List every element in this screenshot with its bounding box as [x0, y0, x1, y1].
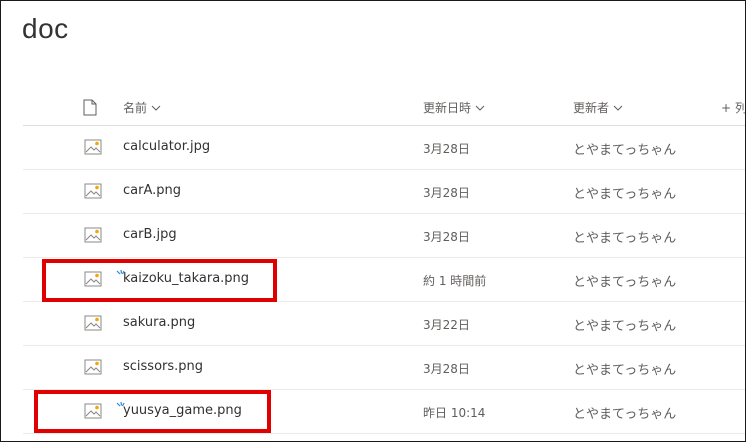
file-modified-by[interactable]: とやまてっちゃん — [573, 403, 676, 422]
chevron-down-icon — [613, 105, 623, 111]
document-library-view: doc 名前 更新日時 更新者 + 列 calculator.jpg 3月28日… — [0, 0, 746, 442]
library-title: doc — [22, 13, 69, 44]
image-file-icon — [84, 359, 102, 379]
file-row[interactable]: calculator.jpg 3月28日 とやまてっちゃん — [23, 126, 745, 170]
highlight-box-kaizoku — [42, 259, 277, 302]
file-modified-by[interactable]: とやまてっちゃん — [573, 359, 676, 378]
file-name-link[interactable]: sakura.png — [123, 315, 195, 330]
file-row[interactable]: sakura.png 3月22日 とやまてっちゃん — [23, 302, 745, 346]
image-file-icon — [84, 139, 102, 159]
chevron-down-icon — [151, 105, 161, 111]
file-modified-by[interactable]: とやまてっちゃん — [573, 183, 676, 202]
file-row[interactable]: carA.png 3月28日 とやまてっちゃん — [23, 170, 745, 214]
file-name-link[interactable]: calculator.jpg — [123, 139, 210, 154]
chevron-down-icon — [475, 105, 485, 111]
image-file-icon — [84, 183, 102, 203]
file-modified: 3月28日 — [423, 230, 470, 244]
file-row[interactable]: scissors.png 3月28日 とやまてっちゃん — [23, 346, 745, 390]
column-header-name-label: 名前 — [123, 101, 148, 115]
file-modified: 約 1 時間前 — [423, 274, 487, 288]
add-column-button[interactable]: + 列 — [721, 99, 745, 116]
file-modified: 3月28日 — [423, 362, 470, 376]
column-header-row: 名前 更新日時 更新者 + 列 — [23, 85, 745, 126]
document-icon[interactable] — [83, 99, 97, 120]
file-row[interactable]: carB.jpg 3月28日 とやまてっちゃん — [23, 214, 745, 258]
file-modified-by[interactable]: とやまてっちゃん — [573, 227, 676, 246]
file-name-link[interactable]: carB.jpg — [123, 227, 177, 242]
file-modified-by[interactable]: とやまてっちゃん — [573, 315, 676, 334]
column-header-modified-by[interactable]: 更新者 — [573, 99, 623, 116]
image-file-icon — [84, 227, 102, 247]
file-modified-by[interactable]: とやまてっちゃん — [573, 271, 676, 290]
image-file-icon — [84, 315, 102, 335]
file-modified-by[interactable]: とやまてっちゃん — [573, 139, 676, 158]
column-header-modified[interactable]: 更新日時 — [423, 99, 485, 116]
file-modified: 3月22日 — [423, 318, 470, 332]
column-header-modified-label: 更新日時 — [423, 101, 472, 115]
file-modified: 3月28日 — [423, 186, 470, 200]
highlight-box-yuusya — [34, 390, 271, 433]
file-name-link[interactable]: carA.png — [123, 183, 181, 198]
file-modified: 3月28日 — [423, 142, 470, 156]
file-modified: 昨日 10:14 — [423, 406, 486, 420]
column-header-modified-by-label: 更新者 — [573, 101, 610, 115]
file-name-link[interactable]: scissors.png — [123, 359, 203, 374]
column-header-name[interactable]: 名前 — [123, 99, 161, 116]
